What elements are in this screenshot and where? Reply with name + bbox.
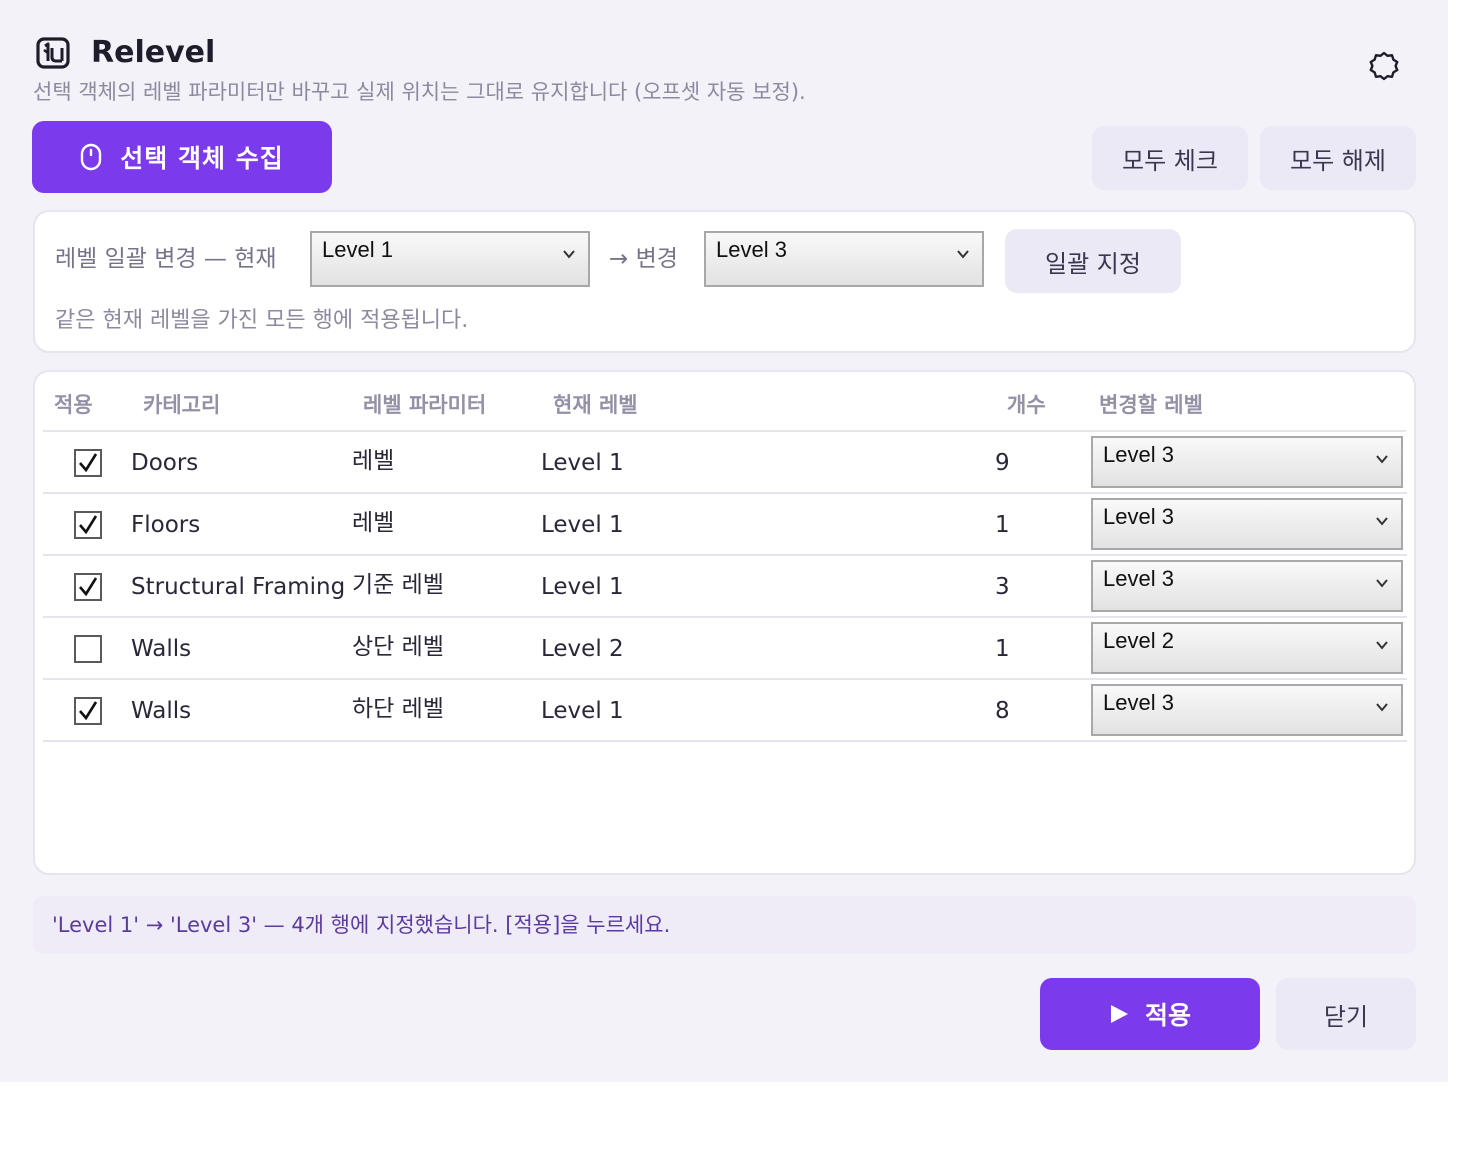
- uncheck-all-button[interactable]: 모두 해제: [1260, 126, 1416, 190]
- column-header-current-level: 현재 레벨: [553, 393, 638, 417]
- row-current-level: Level 1: [541, 450, 624, 476]
- row-target-level-select[interactable]: Level 3: [1091, 684, 1403, 736]
- bulk-target-label: → 변경: [609, 246, 678, 272]
- row-parameter: 하단 레벨: [352, 696, 444, 722]
- bulk-current-label: 레벨 일괄 변경 — 현재: [55, 246, 277, 272]
- row-target-level-select[interactable]: Level 2: [1091, 622, 1403, 674]
- row-count: 1: [995, 636, 1010, 662]
- row-category: Structural Framing: [131, 574, 346, 600]
- row-apply-checkbox[interactable]: [74, 697, 102, 725]
- row-apply-checkbox[interactable]: [74, 573, 102, 601]
- row-target-level-select[interactable]: Level 3: [1091, 498, 1403, 550]
- checkmark-icon: [79, 515, 98, 535]
- row-target-level-value: Level 3: [1103, 690, 1174, 715]
- check-all-button[interactable]: 모두 체크: [1092, 126, 1248, 190]
- table-row: Floors 레벨 Level 1 1 Level 3: [43, 494, 1407, 556]
- app-title: Relevel: [91, 35, 216, 70]
- checkmark-icon: [79, 453, 98, 473]
- table-row: Walls 상단 레벨 Level 2 1 Level 2: [43, 618, 1407, 680]
- checkmark-icon: [79, 701, 98, 721]
- row-apply-checkbox[interactable]: [74, 635, 102, 663]
- row-target-level-value: Level 3: [1103, 504, 1174, 529]
- row-target-level-value: Level 3: [1103, 442, 1174, 467]
- table-row: Doors 레벨 Level 1 9 Level 3: [43, 432, 1407, 494]
- level-table: 적용 카테고리 레벨 파라미터 현재 레벨 개수 변경할 레벨 Doors 레벨…: [33, 370, 1416, 875]
- row-count: 1: [995, 512, 1010, 538]
- bulk-current-level-value: Level 1: [322, 237, 393, 262]
- row-parameter: 상단 레벨: [352, 634, 444, 660]
- row-count: 8: [995, 698, 1010, 724]
- chevron-down-icon: [957, 250, 969, 259]
- table-row: Walls 하단 레벨 Level 1 8 Level 3: [43, 680, 1407, 742]
- chevron-down-icon: [1376, 641, 1388, 650]
- bulk-target-level-select[interactable]: Level 3: [704, 231, 984, 287]
- row-current-level: Level 2: [541, 636, 624, 662]
- row-target-level-value: Level 3: [1103, 566, 1174, 591]
- chevron-down-icon: [1376, 517, 1388, 526]
- bulk-change-panel: 레벨 일괄 변경 — 현재 Level 1 → 변경 Level 3 일괄 지정…: [33, 210, 1416, 353]
- row-count: 9: [995, 450, 1010, 476]
- close-button[interactable]: 닫기: [1276, 978, 1416, 1050]
- row-apply-checkbox[interactable]: [74, 511, 102, 539]
- row-parameter: 기준 레벨: [352, 572, 444, 598]
- play-icon: [1110, 1005, 1128, 1023]
- bulk-note: 같은 현재 레벨을 가진 모든 행에 적용됩니다.: [55, 308, 469, 333]
- apply-button[interactable]: 적용: [1040, 978, 1260, 1050]
- row-target-level-select[interactable]: Level 3: [1091, 436, 1403, 488]
- app-subtitle: 선택 객체의 레벨 파라미터만 바꾸고 실제 위치는 그대로 유지합니다 (오프…: [33, 80, 806, 104]
- row-target-level-value: Level 2: [1103, 628, 1174, 653]
- bulk-assign-button[interactable]: 일괄 지정: [1005, 229, 1181, 293]
- relevel-dialog: Relevel 선택 객체의 레벨 파라미터만 바꾸고 실제 위치는 그대로 유…: [0, 0, 1448, 1082]
- checkmark-icon: [79, 577, 98, 597]
- row-category: Walls: [131, 698, 192, 724]
- row-target-level-select[interactable]: Level 3: [1091, 560, 1403, 612]
- chevron-down-icon: [1376, 703, 1388, 712]
- theme-toggle-icon[interactable]: [1368, 50, 1400, 82]
- column-header-category: 카테고리: [143, 393, 221, 417]
- column-header-target-level: 변경할 레벨: [1099, 393, 1203, 417]
- row-category: Walls: [131, 636, 192, 662]
- chevron-down-icon: [563, 250, 575, 259]
- bulk-target-level-value: Level 3: [716, 237, 787, 262]
- row-current-level: Level 1: [541, 698, 624, 724]
- apply-label: 적용: [1144, 1001, 1191, 1030]
- row-count: 3: [995, 574, 1010, 600]
- row-parameter: 레벨: [352, 510, 395, 536]
- column-header-apply: 적용: [54, 393, 93, 417]
- chevron-down-icon: [1376, 455, 1388, 464]
- status-message: 'Level 1' → 'Level 3' — 4개 행에 지정했습니다. [적…: [33, 896, 1416, 954]
- bulk-current-level-select[interactable]: Level 1: [310, 231, 590, 287]
- collect-selection-label: 선택 객체 수집: [120, 144, 284, 173]
- row-category: Floors: [131, 512, 201, 538]
- row-category: Doors: [131, 450, 199, 476]
- column-header-count: 개수: [1007, 393, 1046, 417]
- chevron-down-icon: [1376, 579, 1388, 588]
- row-current-level: Level 1: [541, 574, 624, 600]
- mouse-icon: [81, 143, 102, 171]
- row-current-level: Level 1: [541, 512, 624, 538]
- row-parameter: 레벨: [352, 448, 395, 474]
- row-apply-checkbox[interactable]: [74, 449, 102, 477]
- collect-selection-button[interactable]: 선택 객체 수집: [32, 121, 332, 193]
- relevel-logo-icon: [36, 37, 70, 69]
- table-row: Structural Framing 기준 레벨 Level 1 3 Level…: [43, 556, 1407, 618]
- column-header-parameter: 레벨 파라미터: [363, 393, 487, 417]
